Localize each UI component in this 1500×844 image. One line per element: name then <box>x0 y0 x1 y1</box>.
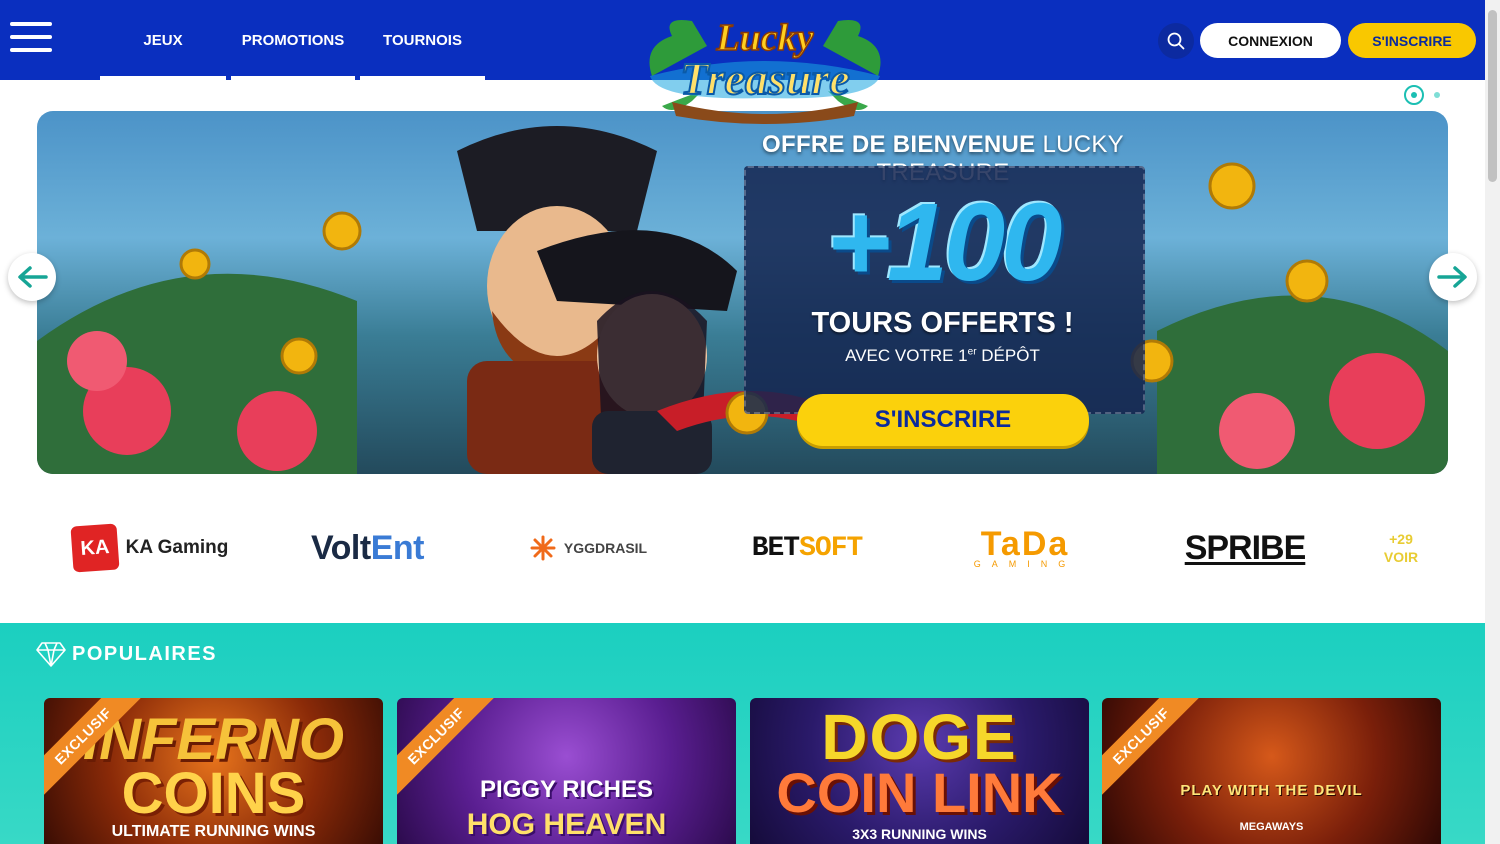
arrow-right-icon <box>1437 266 1467 288</box>
game-title-line-2: HOG HEAVEN <box>466 808 667 841</box>
provider-tada-gaming[interactable]: TaDa GAMING <box>955 520 1095 576</box>
offer-title-bold: OFFRE DE BIENVENUE <box>762 131 1036 158</box>
game-subtitle: ULTIMATE RUNNING WINS <box>111 823 316 840</box>
ka-gaming-logo-mark: KA <box>70 523 120 573</box>
provider-betsoft[interactable]: BET SOFT <box>751 520 864 576</box>
nav-promotions-label: PROMOTIONS <box>241 31 345 49</box>
offer-subtitle: TOURS OFFERTS ! <box>811 307 1074 339</box>
nav-underline <box>360 76 485 80</box>
provider-betsoft-label-a: BET <box>751 532 800 564</box>
game-title-line-2: COIN LINK <box>776 761 1063 824</box>
arrow-left-icon <box>18 266 48 288</box>
provider-spribe-label: SPRIBE <box>1184 528 1307 567</box>
signup-button[interactable]: S'INSCRIRE <box>1348 23 1476 58</box>
provider-betsoft-label-b: SOFT <box>799 532 863 564</box>
page-scrollbar[interactable] <box>1485 0 1500 844</box>
provider-voltent-label-a: Volt <box>311 528 371 567</box>
slider-next-button[interactable] <box>1429 253 1477 301</box>
game-subtitle: MEGAWAYS <box>1239 821 1304 833</box>
nav-tournois[interactable]: TOURNOIS <box>360 0 485 80</box>
game-card-inferno-coins[interactable]: EXCLUSIF INFERNO COINS ULTIMATE RUNNING … <box>44 698 383 844</box>
game-card-play-with-the-devil[interactable]: EXCLUSIF PLAY WITH THE DEVIL MEGAWAYS <box>1102 698 1441 844</box>
popular-title: POPULAIRES <box>36 640 217 668</box>
offer-detail-prefix: AVEC VOTRE 1 <box>845 346 968 365</box>
site-logo[interactable]: Lucky Treasure <box>632 6 898 124</box>
nav-jeux-label: JEUX <box>143 31 183 49</box>
offer-detail-sup: er <box>967 346 977 358</box>
game-title-line-2: COINS <box>121 761 306 826</box>
provider-tada-label: TaDa <box>980 525 1070 563</box>
game-title-line-1: PIGGY RICHES <box>480 776 653 803</box>
providers-see-more[interactable]: +29 VOIR <box>1378 520 1424 576</box>
provider-tada-sub: GAMING <box>973 559 1077 569</box>
nav-tournois-label: TOURNOIS <box>383 31 462 49</box>
provider-ka-gaming[interactable]: KA KA Gaming <box>70 520 230 576</box>
provider-voltent[interactable]: Volt Ent <box>300 520 435 576</box>
provider-ka-gaming-label: KA Gaming <box>125 537 229 558</box>
provider-yggdrasil[interactable]: YGGDRASIL <box>520 520 655 576</box>
provider-voltent-label-b: Ent <box>370 528 425 567</box>
search-icon <box>1167 32 1185 50</box>
search-button[interactable] <box>1158 23 1194 59</box>
hamburger-icon[interactable] <box>10 22 52 58</box>
diamond-icon <box>36 642 66 667</box>
login-button[interactable]: CONNEXION <box>1200 23 1341 58</box>
game-subtitle: 3X3 RUNNING WINS <box>852 826 987 842</box>
yggdrasil-tree-icon <box>530 535 556 561</box>
offer-amount: +100 <box>826 181 1063 304</box>
popular-title-label: POPULAIRES <box>72 642 218 665</box>
nav-underline <box>231 76 355 80</box>
game-card-doge-coin-link[interactable]: DOGE COIN LINK 3X3 RUNNING WINS <box>750 698 1089 844</box>
nav-promotions[interactable]: PROMOTIONS <box>231 0 355 80</box>
provider-yggdrasil-label: YGGDRASIL <box>563 540 648 556</box>
slider-dot-2[interactable] <box>1434 92 1440 98</box>
offer-detail: AVEC VOTRE 1er DÉPÔT <box>744 346 1141 366</box>
game-title-line-1: PLAY WITH THE DEVIL <box>1180 782 1363 799</box>
nav-underline <box>100 76 226 80</box>
providers-more-count: +29 <box>1389 531 1413 547</box>
nav-jeux[interactable]: JEUX <box>100 0 226 80</box>
logo-line-2: Treasure <box>680 53 850 104</box>
scrollbar-thumb[interactable] <box>1488 10 1497 182</box>
slider-dot-1[interactable] <box>1404 85 1424 105</box>
banner-signup-button[interactable]: S'INSCRIRE <box>797 394 1089 446</box>
provider-spribe[interactable]: SPRIBE <box>1185 520 1307 576</box>
slider-prev-button[interactable] <box>8 253 56 301</box>
game-card-piggy-riches[interactable]: EXCLUSIF PIGGY RICHES HOG HEAVEN <box>397 698 736 844</box>
offer-detail-suffix: DÉPÔT <box>981 346 1040 365</box>
promo-banner[interactable]: OFFRE DE BIENVENUE LUCKY TREASURE +100 T… <box>37 111 1448 474</box>
providers-more-label: VOIR <box>1383 549 1419 565</box>
